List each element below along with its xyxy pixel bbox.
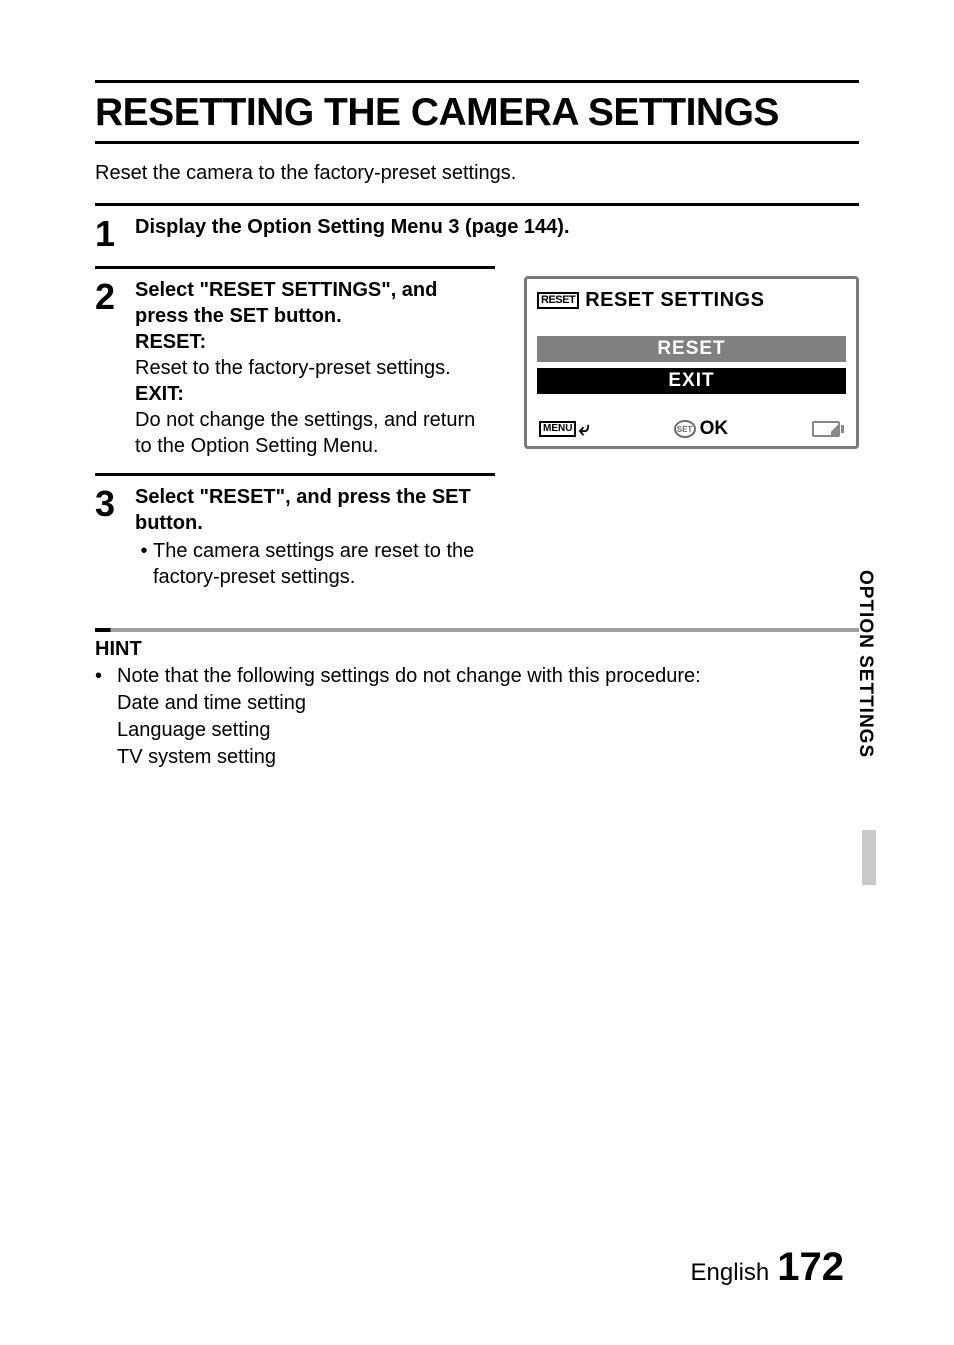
footer-page-number: 172 (777, 1245, 844, 1290)
hint-sub-3: TV system setting (95, 744, 859, 771)
screen-title: RESET SETTINGS (585, 289, 764, 312)
step-3-heading: Select "RESET", and press the SET button… (135, 484, 495, 536)
step-2-heading: Select "RESET SETTINGS", and press the S… (135, 277, 495, 329)
step-3: 3 Select "RESET", and press the SET butt… (95, 473, 495, 604)
camera-screen-figure: RESET RESET SETTINGS RESET EXIT MENU ⤶ S… (524, 276, 859, 449)
step-1: 1 Display the Option Setting Menu 3 (pag… (95, 203, 859, 266)
hint-line-1: Note that the following settings do not … (117, 663, 701, 690)
menu-indicator: MENU ⤶ (539, 419, 590, 439)
set-ok-indicator: SET OK (674, 418, 729, 440)
step-number-2: 2 (95, 277, 135, 315)
step-number-1: 1 (95, 214, 135, 252)
reset-chip-icon: RESET (537, 292, 579, 309)
page-title: RESETTING THE CAMERA SETTINGS (95, 80, 859, 144)
page-footer: English 172 (691, 1245, 844, 1290)
hint-sub-1: Date and time setting (95, 690, 859, 717)
ok-text: OK (700, 418, 729, 440)
intro-text: Reset the camera to the factory-preset s… (95, 162, 859, 185)
footer-language: English (691, 1259, 770, 1287)
return-arrow-icon: ⤶ (578, 419, 589, 439)
step-3-bullet: The camera settings are reset to the fac… (153, 538, 495, 590)
set-circle-icon: SET (674, 420, 696, 438)
battery-icon (812, 421, 844, 437)
hint-bullet-icon: • (95, 663, 117, 690)
bullet-dot-icon: • (135, 538, 153, 564)
hint-label: HINT (95, 638, 859, 661)
exit-label: EXIT: (135, 381, 495, 407)
menu-chip-icon: MENU (539, 421, 576, 437)
hint-sub-2: Language setting (95, 717, 859, 744)
step-2: 2 Select "RESET SETTINGS", and press the… (95, 266, 495, 473)
reset-label: RESET: (135, 329, 495, 355)
step-number-3: 3 (95, 484, 135, 522)
reset-description: Reset to the factory-preset settings. (135, 355, 495, 381)
screen-exit-option: EXIT (537, 368, 846, 394)
section-tab: OPTION SETTINGS (854, 570, 876, 758)
hint-divider (95, 628, 859, 632)
exit-description: Do not change the settings, and return t… (135, 407, 495, 459)
screen-reset-option: RESET (537, 336, 846, 362)
section-tab-marker (862, 830, 876, 885)
step-1-heading: Display the Option Setting Menu 3 (page … (135, 216, 570, 238)
